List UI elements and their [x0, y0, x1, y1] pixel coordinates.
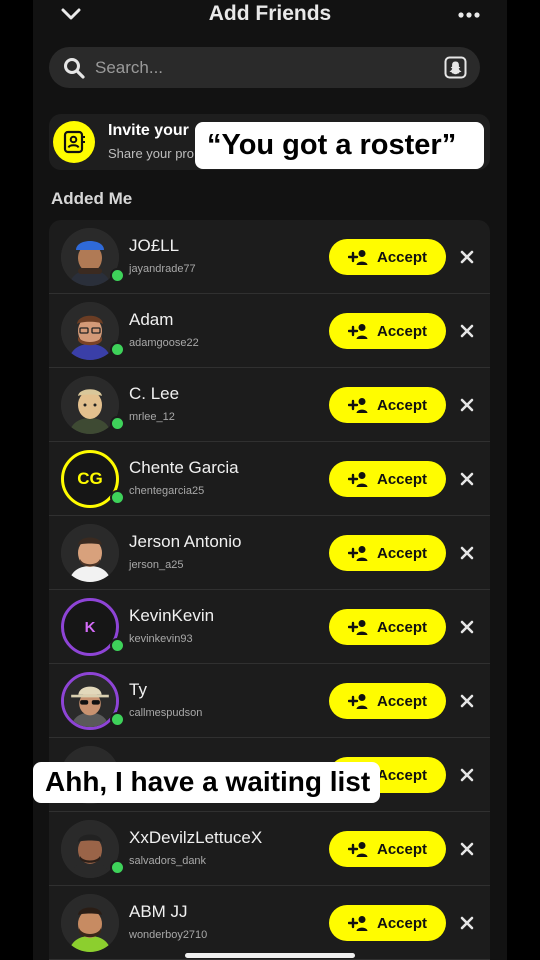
close-icon[interactable] — [459, 397, 475, 413]
close-icon[interactable] — [459, 693, 475, 709]
accept-label: Accept — [376, 618, 428, 636]
friend-username: adamgoose22 — [129, 337, 199, 349]
close-icon[interactable] — [459, 915, 475, 931]
caption-overlay-top: “You got a roster” — [195, 122, 484, 169]
add-friend-icon — [347, 472, 368, 487]
friend-name: JO£LL — [129, 236, 180, 255]
add-friend-icon — [347, 620, 368, 635]
online-indicator — [110, 416, 125, 431]
more-icon[interactable] — [458, 12, 480, 18]
accept-label: Accept — [376, 322, 428, 340]
list-item[interactable]: Ty callmespudson Accept — [49, 664, 490, 738]
accept-label: Accept — [376, 470, 428, 488]
accept-button[interactable]: Accept — [329, 683, 446, 719]
friend-name: KevinKevin — [129, 606, 215, 625]
close-icon[interactable] — [459, 323, 475, 339]
close-icon[interactable] — [459, 249, 475, 265]
friend-name: Ty — [129, 680, 147, 699]
accept-label: Accept — [376, 248, 428, 266]
accept-label: Accept — [376, 914, 428, 932]
page-title: Add Friends — [208, 2, 332, 25]
avatar[interactable] — [61, 894, 119, 952]
online-indicator — [110, 712, 125, 727]
list-item[interactable]: JO£LL jayandrade77 Accept — [49, 220, 490, 294]
accept-button[interactable]: Accept — [329, 239, 446, 275]
friend-username: chentegarcia25 — [129, 485, 205, 497]
invite-subtitle: Share your pro — [108, 146, 194, 161]
add-friend-icon — [347, 324, 368, 339]
close-icon[interactable] — [459, 841, 475, 857]
list-item[interactable]: K KevinKevin kevinkevin93 Accept — [49, 590, 490, 664]
close-icon[interactable] — [459, 767, 475, 783]
add-friend-icon — [347, 694, 368, 709]
accept-button[interactable]: Accept — [329, 461, 446, 497]
accept-button[interactable]: Accept — [329, 831, 446, 867]
friend-username: jerson_a25 — [129, 559, 184, 571]
search-input[interactable]: Search... — [95, 58, 163, 78]
invite-title: Invite your — [108, 122, 189, 139]
close-icon[interactable] — [459, 619, 475, 635]
friend-username: mrlee_12 — [129, 411, 175, 423]
friend-request-list: JO£LL jayandrade77 Accept Adam adamgoose… — [49, 220, 490, 960]
accept-button[interactable]: Accept — [329, 535, 446, 571]
search-bar[interactable]: Search... — [49, 47, 480, 88]
home-indicator — [185, 953, 355, 958]
list-item[interactable]: XxDevilzLettuceX salvadors_dank Accept — [49, 812, 490, 886]
friend-name: Adam — [129, 310, 174, 329]
avatar[interactable] — [61, 524, 119, 582]
friend-name: Chente Garcia — [129, 458, 239, 477]
list-item[interactable]: ABM JJ wonderboy2710 Accept — [49, 886, 490, 960]
add-friend-icon — [347, 842, 368, 857]
friend-name: C. Lee — [129, 384, 180, 403]
accept-button[interactable]: Accept — [329, 387, 446, 423]
accept-button[interactable]: Accept — [329, 313, 446, 349]
friend-username: jayandrade77 — [129, 263, 196, 275]
accept-button[interactable]: Accept — [329, 905, 446, 941]
add-friend-icon — [347, 398, 368, 413]
friend-username: wonderboy2710 — [129, 929, 208, 941]
friend-name: Jerson Antonio — [129, 532, 242, 551]
add-friend-icon — [347, 250, 368, 265]
list-item[interactable]: Adam adamgoose22 Accept — [49, 294, 490, 368]
friend-username: callmespudson — [129, 707, 203, 719]
accept-label: Accept — [376, 840, 428, 858]
close-icon[interactable] — [459, 545, 475, 561]
online-indicator — [110, 638, 125, 653]
friend-name: XxDevilzLettuceX — [129, 828, 263, 847]
online-indicator — [110, 268, 125, 283]
section-title: Added Me — [51, 189, 133, 208]
header: Add Friends — [33, 0, 507, 30]
friend-username: salvadors_dank — [129, 855, 207, 867]
accept-label: Accept — [376, 692, 428, 710]
invite-contacts-icon — [53, 121, 95, 163]
accept-label: Accept — [376, 766, 428, 784]
friend-username: kevinkevin93 — [129, 633, 193, 645]
online-indicator — [110, 860, 125, 875]
list-item[interactable]: CG Chente Garcia chentegarcia25 Accept — [49, 442, 490, 516]
online-indicator — [110, 342, 125, 357]
list-item[interactable]: C. Lee mrlee_12 Accept — [49, 368, 490, 442]
list-item[interactable]: Jerson Antonio jerson_a25 Accept — [49, 516, 490, 590]
friend-name: ABM JJ — [129, 902, 188, 921]
search-icon — [64, 58, 85, 79]
add-friend-icon — [347, 546, 368, 561]
online-indicator — [110, 490, 125, 505]
accept-button[interactable]: Accept — [329, 609, 446, 645]
accept-label: Accept — [376, 544, 428, 562]
snapcode-scan-icon[interactable] — [444, 56, 467, 79]
add-friend-icon — [347, 916, 368, 931]
caption-overlay-middle: Ahh, I have a waiting list — [33, 762, 380, 803]
close-icon[interactable] — [459, 471, 475, 487]
accept-label: Accept — [376, 396, 428, 414]
